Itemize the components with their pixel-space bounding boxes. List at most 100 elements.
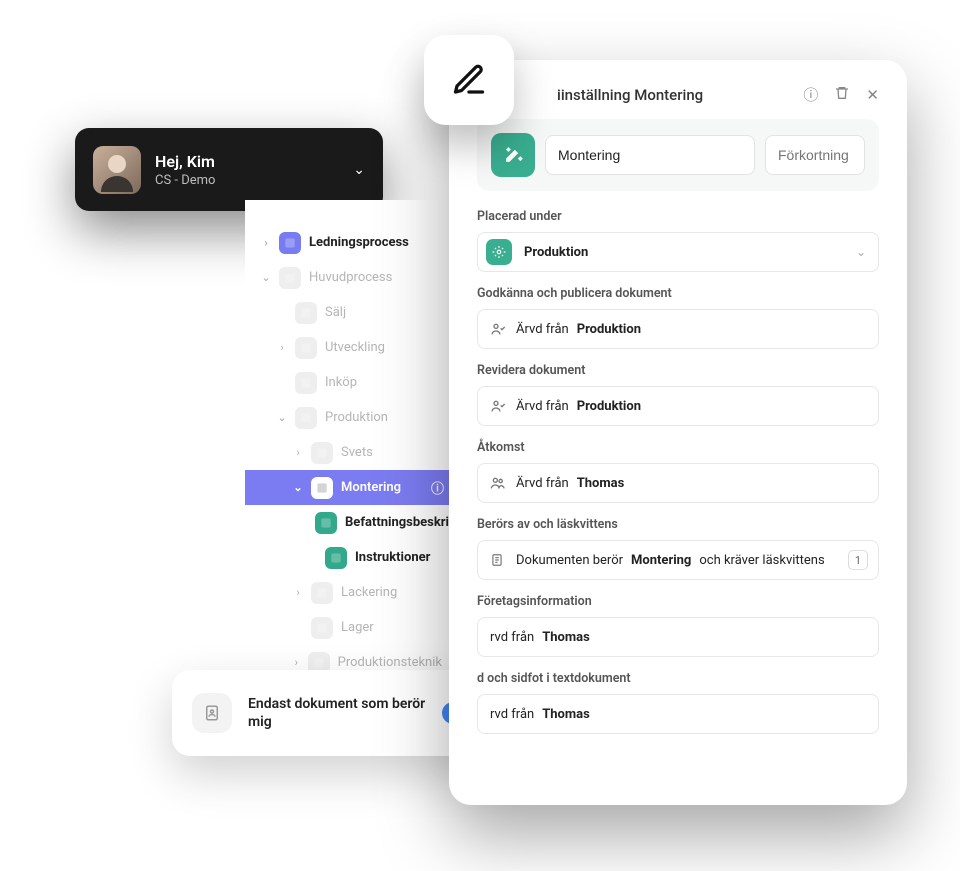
tree-item-huvudprocess[interactable]: ⌄ Huvudprocess bbox=[245, 260, 454, 295]
company-prefix: rvd från bbox=[490, 630, 534, 645]
concern-count: 1 bbox=[848, 550, 868, 570]
user-card[interactable]: Hej, Kim CS - Demo ⌄ bbox=[75, 128, 383, 211]
expand-arrow-icon[interactable]: › bbox=[293, 656, 300, 669]
tree-item-label: Sälj bbox=[325, 305, 346, 320]
close-icon[interactable]: ✕ bbox=[866, 86, 879, 104]
tree-type-icon bbox=[315, 512, 337, 534]
company-label: Företagsinformation bbox=[477, 594, 879, 609]
company-value: Thomas bbox=[542, 630, 590, 645]
tree-item-label: Ledningsprocess bbox=[309, 235, 409, 250]
header-footer-label: d och sidfot i textdokument bbox=[477, 671, 879, 686]
revise-prefix: Ärvd från bbox=[516, 399, 569, 414]
tree-type-icon bbox=[311, 442, 333, 464]
tree-item-instruktioner[interactable]: Instruktioner bbox=[245, 540, 454, 575]
placed-under-select[interactable]: Produktion ⌄ bbox=[477, 232, 879, 272]
tree-type-icon bbox=[311, 617, 333, 639]
revise-label: Revidera dokument bbox=[477, 363, 879, 378]
placed-under-value: Produktion bbox=[524, 245, 588, 260]
expand-arrow-icon[interactable]: › bbox=[293, 446, 303, 459]
tree-item-inköp[interactable]: Inköp bbox=[245, 365, 454, 400]
tree-item-label: Svets bbox=[341, 445, 373, 460]
company-field[interactable]: rvd från Thomas bbox=[477, 617, 879, 657]
expand-arrow-icon[interactable]: ⌄ bbox=[277, 411, 287, 424]
chevron-down-icon[interactable]: ⌄ bbox=[353, 162, 365, 178]
access-label: Åtkomst bbox=[477, 440, 879, 455]
concern-field[interactable]: Dokumenten berör Montering och kräver lä… bbox=[477, 540, 879, 580]
filter-label: Endast dokument som berör mig bbox=[248, 695, 426, 731]
avatar bbox=[93, 146, 141, 194]
user-subtitle: CS - Demo bbox=[155, 173, 339, 188]
tree-item-label: Inköp bbox=[325, 375, 357, 390]
document-icon bbox=[490, 553, 508, 567]
chevron-down-icon: ⌄ bbox=[856, 245, 866, 259]
approve-prefix: Ärvd från bbox=[516, 322, 569, 337]
access-value: Thomas bbox=[577, 476, 625, 491]
tree-type-icon bbox=[295, 372, 317, 394]
tree-item-produktion[interactable]: ⌄ Produktion bbox=[245, 400, 454, 435]
tree-type-icon bbox=[295, 302, 317, 324]
tree-item-label: Befattningsbeskriv bbox=[345, 515, 456, 530]
settings-panel: iinställning Montering ⓘ ✕ Placerad unde… bbox=[449, 60, 907, 805]
name-row bbox=[477, 119, 879, 191]
tree-item-sälj[interactable]: Sälj bbox=[245, 295, 454, 330]
tree-item-label: Lackering bbox=[341, 585, 397, 600]
user-greeting: Hej, Kim bbox=[155, 152, 339, 171]
abbreviation-input[interactable] bbox=[765, 135, 865, 175]
tree-type-icon bbox=[295, 407, 317, 429]
expand-arrow-icon[interactable]: ⌄ bbox=[293, 481, 303, 494]
tree-type-icon bbox=[295, 337, 317, 359]
user-check-icon bbox=[490, 398, 508, 414]
tree-item-label: Montering bbox=[341, 480, 401, 495]
expand-arrow-icon[interactable]: › bbox=[293, 586, 303, 599]
tree-type-icon bbox=[279, 267, 301, 289]
tree-item-lager[interactable]: Lager bbox=[245, 610, 454, 645]
tree-item-label: Utveckling bbox=[325, 340, 385, 355]
gear-icon bbox=[486, 239, 512, 265]
info-icon[interactable]: ⓘ bbox=[431, 478, 444, 497]
tree-item-label: Instruktioner bbox=[355, 550, 430, 565]
info-icon[interactable]: ⓘ bbox=[803, 84, 818, 105]
edit-button[interactable] bbox=[424, 35, 514, 125]
tree-item-svets[interactable]: › Svets bbox=[245, 435, 454, 470]
tree-type-icon bbox=[311, 582, 333, 604]
revise-value: Produktion bbox=[577, 399, 641, 414]
tree-item-lackering[interactable]: › Lackering bbox=[245, 575, 454, 610]
tree-item-label: Produktion bbox=[325, 410, 388, 425]
concern-p3: och kräver läskvittens bbox=[699, 553, 824, 568]
concern-p1: Dokumenten berör bbox=[516, 553, 623, 568]
tree-type-icon bbox=[311, 477, 333, 499]
hf-prefix: rvd från bbox=[490, 707, 534, 722]
approve-field[interactable]: Ärvd från Produktion bbox=[477, 309, 879, 349]
tree-item-label: Lager bbox=[341, 620, 374, 635]
document-person-icon bbox=[192, 693, 232, 733]
header-footer-field[interactable]: rvd från Thomas bbox=[477, 694, 879, 734]
panel-title: iinställning Montering bbox=[477, 86, 803, 104]
approve-value: Produktion bbox=[577, 322, 641, 337]
access-field[interactable]: Ärvd från Thomas bbox=[477, 463, 879, 503]
tree-type-icon bbox=[325, 547, 347, 569]
navigation-tree: › Ledningsprocess ⌄ Huvudprocess Sälj › Utveck… bbox=[245, 200, 455, 700]
tree-item-ledningsprocess[interactable]: › Ledningsprocess bbox=[245, 225, 454, 260]
delete-icon[interactable] bbox=[834, 85, 850, 105]
type-icon bbox=[491, 133, 535, 177]
tree-item-label: Produktionsteknik bbox=[338, 655, 442, 670]
tree-item-utveckling[interactable]: › Utveckling bbox=[245, 330, 454, 365]
panel-header: iinställning Montering ⓘ ✕ bbox=[477, 84, 879, 105]
expand-arrow-icon[interactable]: ⌄ bbox=[261, 271, 271, 284]
tree-item-montering[interactable]: ⌄ Montering ⓘ bbox=[245, 470, 454, 505]
user-info: Hej, Kim CS - Demo bbox=[155, 152, 339, 188]
concern-label: Berörs av och läskvittens bbox=[477, 517, 879, 532]
users-icon bbox=[490, 475, 508, 491]
user-check-icon bbox=[490, 321, 508, 337]
concern-p2: Montering bbox=[631, 553, 691, 568]
approve-label: Godkänna och publicera dokument bbox=[477, 286, 879, 301]
expand-arrow-icon[interactable]: › bbox=[277, 341, 287, 354]
access-prefix: Ärvd från bbox=[516, 476, 569, 491]
expand-arrow-icon[interactable]: › bbox=[261, 236, 271, 249]
name-input[interactable] bbox=[545, 135, 755, 175]
hf-value: Thomas bbox=[542, 707, 590, 722]
tree-type-icon bbox=[279, 232, 301, 254]
revise-field[interactable]: Ärvd från Produktion bbox=[477, 386, 879, 426]
tree-item-label: Huvudprocess bbox=[309, 270, 392, 285]
tree-item-befattningsbeskriv[interactable]: Befattningsbeskriv bbox=[245, 505, 454, 540]
